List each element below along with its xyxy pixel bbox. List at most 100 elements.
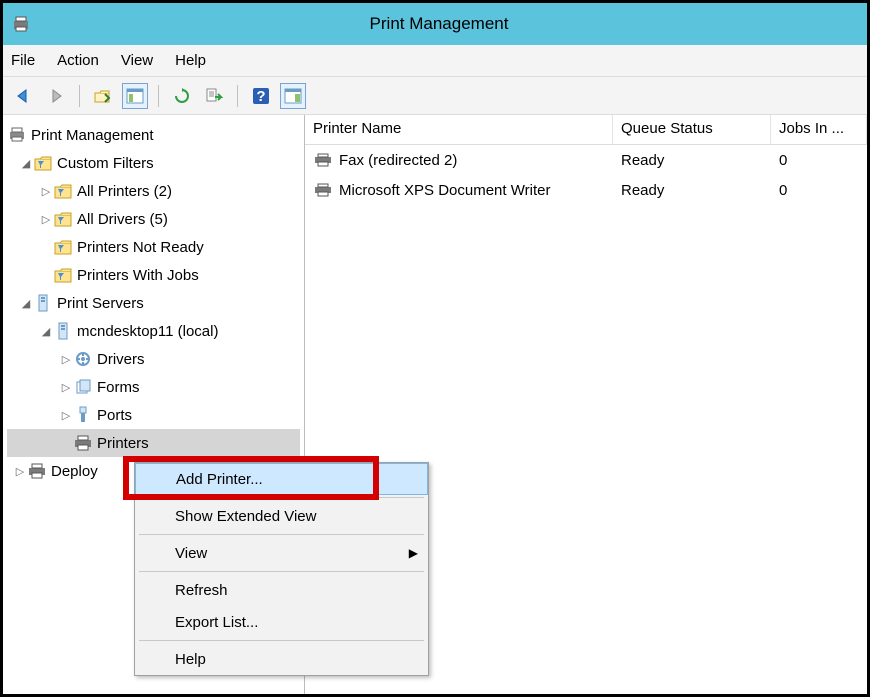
menu-item-label: View (175, 545, 207, 562)
menu-item-label: Help (175, 651, 206, 668)
driver-icon (73, 349, 93, 369)
cell-name: Fax (redirected 2) (305, 149, 613, 172)
cell-text: Fax (redirected 2) (339, 152, 457, 169)
context-refresh[interactable]: Refresh (135, 574, 428, 606)
menubar: File Action View Help (3, 45, 867, 77)
cell-status: Ready (613, 179, 771, 202)
titlebar: Print Management (3, 3, 867, 45)
tree-all-drivers[interactable]: ▷ All Drivers (5) (7, 205, 300, 233)
show-hide-tree-button[interactable] (122, 83, 148, 109)
tree-label: Drivers (97, 351, 145, 368)
filter-folder-icon (53, 181, 73, 201)
filter-folder-icon (53, 237, 73, 257)
collapse-icon[interactable]: ◢ (39, 325, 53, 338)
menu-item-label: Show Extended View (175, 508, 316, 525)
column-queue-status[interactable]: Queue Status (613, 115, 771, 144)
tree-root[interactable]: Print Management (7, 121, 300, 149)
context-show-extended-view[interactable]: Show Extended View (135, 500, 428, 532)
context-export-list[interactable]: Export List... (135, 606, 428, 638)
server-icon (33, 293, 53, 313)
menu-separator (139, 497, 424, 498)
collapse-icon[interactable]: ◢ (19, 297, 33, 310)
tree-drivers[interactable]: ▷ Drivers (7, 345, 300, 373)
printer-icon (73, 433, 93, 453)
port-icon (73, 405, 93, 425)
printer-icon (27, 461, 47, 481)
list-row[interactable]: Microsoft XPS Document Writer Ready 0 (305, 175, 867, 205)
tree-ports[interactable]: ▷ Ports (7, 401, 300, 429)
column-jobs-in[interactable]: Jobs In ... (771, 115, 867, 144)
tree-label: Forms (97, 379, 140, 396)
context-menu: Add Printer... Show Extended View View▶ … (134, 462, 429, 676)
content-area: Print Management ◢ Custom Filters ▷ All … (3, 115, 867, 694)
menu-item-label: Export List... (175, 614, 258, 631)
menu-item-label: Refresh (175, 582, 228, 599)
toolbar-separator (79, 85, 80, 107)
context-help[interactable]: Help (135, 643, 428, 675)
menu-help[interactable]: Help (175, 52, 206, 69)
refresh-button[interactable] (169, 83, 195, 109)
tree-label: Printers With Jobs (77, 267, 199, 284)
svg-text:?: ? (256, 88, 265, 105)
up-button[interactable] (90, 83, 116, 109)
export-list-button[interactable] (201, 83, 227, 109)
toolbar-separator (158, 85, 159, 107)
list-header: Printer Name Queue Status Jobs In ... (305, 115, 867, 145)
tree-label: Ports (97, 407, 132, 424)
tree-label: mcndesktop11 (local) (77, 323, 218, 340)
tree-label: Print Servers (57, 295, 144, 312)
tree-forms[interactable]: ▷ Forms (7, 373, 300, 401)
tree-printers-not-ready[interactable]: Printers Not Ready (7, 233, 300, 261)
tree-label: All Drivers (5) (77, 211, 168, 228)
context-add-printer[interactable]: Add Printer... (135, 463, 428, 495)
tree-label: Custom Filters (57, 155, 154, 172)
expand-icon[interactable]: ▷ (13, 465, 27, 478)
expand-icon[interactable]: ▷ (39, 213, 53, 226)
menu-view[interactable]: View (121, 52, 153, 69)
window: Print Management File Action View Help ?… (0, 0, 870, 697)
tree-label: Deploy (51, 463, 98, 480)
context-view[interactable]: View ▶ (135, 537, 428, 569)
printer-icon (313, 182, 333, 198)
tree-all-printers[interactable]: ▷ All Printers (2) (7, 177, 300, 205)
menu-separator (139, 534, 424, 535)
tree-print-servers[interactable]: ◢ Print Servers (7, 289, 300, 317)
expand-icon[interactable]: ▷ (39, 185, 53, 198)
tree-label: Print Management (31, 127, 154, 144)
filter-folder-icon (33, 153, 53, 173)
cell-name: Microsoft XPS Document Writer (305, 179, 613, 202)
menu-item-label: Add Printer... (176, 471, 263, 488)
back-button[interactable] (11, 83, 37, 109)
server-icon (53, 321, 73, 341)
menu-separator (139, 640, 424, 641)
expand-icon[interactable]: ▷ (59, 381, 73, 394)
cell-jobs: 0 (771, 179, 867, 202)
toolbar-separator (237, 85, 238, 107)
submenu-arrow-icon: ▶ (409, 546, 418, 560)
forward-button[interactable] (43, 83, 69, 109)
tree-custom-filters[interactable]: ◢ Custom Filters (7, 149, 300, 177)
forms-icon (73, 377, 93, 397)
menu-action[interactable]: Action (57, 52, 99, 69)
show-hide-action-pane-button[interactable] (280, 83, 306, 109)
column-printer-name[interactable]: Printer Name (305, 115, 613, 144)
menu-file[interactable]: File (11, 52, 35, 69)
printer-icon (313, 152, 333, 168)
window-title: Print Management (41, 14, 861, 34)
cell-jobs: 0 (771, 149, 867, 172)
filter-folder-icon (53, 265, 73, 285)
expand-icon[interactable]: ▷ (59, 353, 73, 366)
filter-folder-icon (53, 209, 73, 229)
cell-text: Microsoft XPS Document Writer (339, 182, 550, 199)
tree-printers-with-jobs[interactable]: Printers With Jobs (7, 261, 300, 289)
collapse-icon[interactable]: ◢ (19, 157, 33, 170)
tree-printers[interactable]: Printers (7, 429, 300, 457)
menu-separator (139, 571, 424, 572)
help-button[interactable]: ? (248, 83, 274, 109)
tree-server-node[interactable]: ◢ mcndesktop11 (local) (7, 317, 300, 345)
cell-status: Ready (613, 149, 771, 172)
toolbar: ? (3, 77, 867, 115)
print-management-icon (7, 125, 27, 145)
expand-icon[interactable]: ▷ (59, 409, 73, 422)
list-row[interactable]: Fax (redirected 2) Ready 0 (305, 145, 867, 175)
